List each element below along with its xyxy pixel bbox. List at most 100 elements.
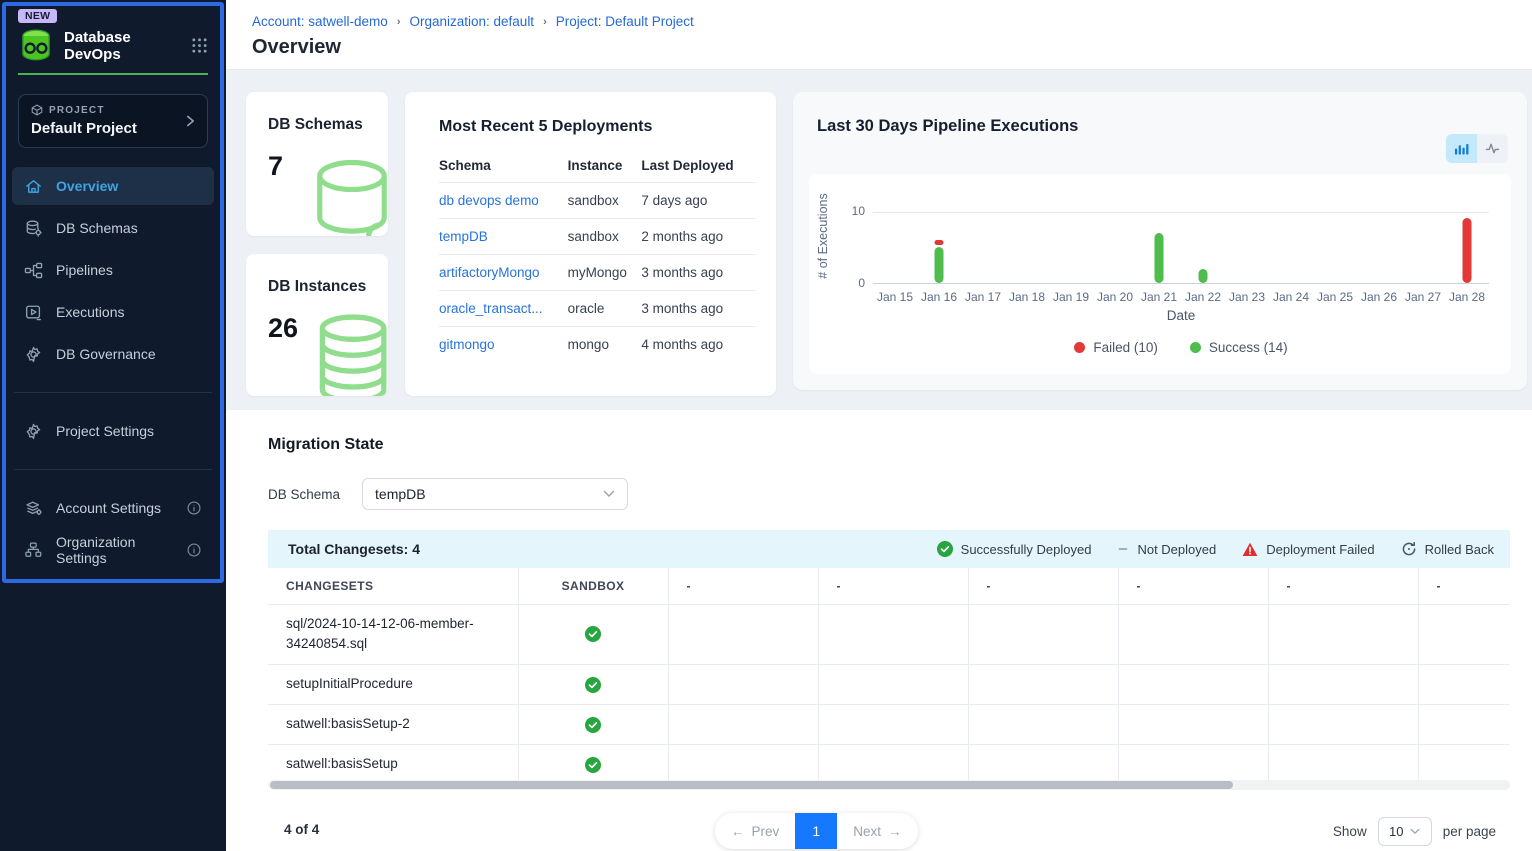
db-schema-select[interactable]: tempDB — [362, 478, 628, 510]
stat-title: DB Schemas — [268, 116, 388, 134]
changesets-header-band: Total Changesets: 4 Successfully Deploye… — [268, 530, 1510, 568]
breadcrumb-link[interactable]: Organization: default — [409, 14, 534, 29]
x-tick-label: Jan 23 — [1225, 290, 1269, 304]
x-tick-label: Jan 24 — [1269, 290, 1313, 304]
legend-dot — [1190, 342, 1201, 353]
horizontal-scrollbar-thumb[interactable] — [270, 781, 1233, 789]
x-tick-label: Jan 19 — [1049, 290, 1093, 304]
status-legend-item-successfully-deployed: Successfully Deployed — [937, 541, 1092, 557]
last-deployed-cell: 2 months ago — [641, 219, 756, 255]
check-circle-icon — [537, 717, 650, 733]
empty-status-cell — [668, 745, 818, 785]
project-selector[interactable]: PROJECT Default Project — [18, 94, 208, 148]
current-page-button[interactable]: 1 — [795, 813, 837, 849]
apps-grid-icon[interactable] — [191, 37, 208, 54]
empty-status-cell — [1418, 705, 1510, 745]
deploy-column-header: Last Deployed — [641, 148, 756, 183]
cube-icon — [31, 104, 43, 116]
home-icon — [24, 177, 43, 196]
page-size-select[interactable]: 10 — [1378, 817, 1432, 846]
org-gear-icon — [24, 541, 43, 560]
empty-status-cell — [818, 665, 968, 705]
empty-status-cell — [1268, 665, 1418, 705]
deployment-row: oracle_transact...oracle3 months ago — [439, 291, 756, 327]
y-tick-label: 0 — [858, 276, 865, 290]
deploy-column-header: Schema — [439, 148, 568, 183]
db-instances-card: DB Instances 26 — [246, 254, 388, 396]
changeset-row: satwell:basisSetup — [268, 745, 1510, 785]
sidebar-item-organization-settings[interactable]: Organization Settings — [12, 531, 214, 569]
breadcrumb-link[interactable]: Project: Default Project — [556, 14, 694, 29]
sidebar-item-overview[interactable]: Overview — [12, 167, 214, 205]
empty-status-cell — [968, 604, 1118, 665]
schema-link[interactable]: db devops demo — [439, 193, 539, 208]
schema-link[interactable]: oracle_transact... — [439, 301, 543, 316]
changeset-name-cell: satwell:basisSetup-2 — [268, 705, 518, 745]
show-label: Show — [1333, 824, 1367, 839]
bar-chart-toggle[interactable] — [1446, 134, 1477, 163]
rollback-icon — [1401, 541, 1417, 557]
changesets-column-header: - — [1268, 568, 1418, 604]
sidebar-nav-project: Project Settings — [12, 412, 214, 450]
empty-status-cell — [668, 665, 818, 705]
db-schema-label: DB Schema — [268, 487, 340, 502]
schema-link[interactable]: tempDB — [439, 229, 488, 244]
empty-status-cell — [1418, 665, 1510, 705]
sandbox-status-cell — [518, 745, 668, 785]
dash-icon — [1117, 543, 1129, 555]
check-circle-icon — [537, 626, 650, 642]
sidebar-item-label: DB Governance — [56, 346, 156, 362]
empty-status-cell — [1118, 745, 1268, 785]
x-tick-label: Jan 22 — [1181, 290, 1225, 304]
legend-item-failed[interactable]: Failed (10) — [1074, 340, 1158, 355]
app-title: Database DevOps — [64, 29, 191, 63]
changesets-section: Total Changesets: 4 Successfully Deploye… — [268, 530, 1510, 785]
breadcrumb-link[interactable]: Account: satwell-demo — [252, 14, 388, 29]
chart-area — [873, 188, 1489, 284]
info-icon[interactable] — [186, 500, 202, 516]
sidebar-divider — [14, 392, 212, 393]
changesets-table: CHANGESETSSANDBOX------ sql/2024-10-14-1… — [268, 568, 1510, 785]
page-header: Account: satwell-demo›Organization: defa… — [226, 0, 1532, 70]
chart-legend: Failed (10) Success (14) — [873, 340, 1489, 355]
sidebar-item-project-settings[interactable]: Project Settings — [12, 412, 214, 450]
empty-status-cell — [968, 745, 1118, 785]
schema-link[interactable]: artifactoryMongo — [439, 265, 540, 280]
changesets-column-header: - — [1118, 568, 1268, 604]
sidebar-item-executions[interactable]: Executions — [12, 293, 214, 331]
empty-status-cell — [1268, 745, 1418, 785]
prev-page-button[interactable]: ← Prev — [715, 813, 795, 849]
x-tick-label: Jan 21 — [1137, 290, 1181, 304]
x-tick-label: Jan 25 — [1313, 290, 1357, 304]
legend-label: Success (14) — [1209, 340, 1288, 355]
legend-item-success[interactable]: Success (14) — [1190, 340, 1288, 355]
horizontal-scrollbar-track[interactable] — [268, 780, 1510, 790]
info-icon[interactable] — [186, 542, 202, 558]
sidebar-item-db-governance[interactable]: DB Governance — [12, 335, 214, 373]
next-page-button[interactable]: Next → — [837, 813, 917, 849]
pagination-range: 4 of 4 — [284, 822, 319, 837]
sidebar-item-db-schemas[interactable]: DB Schemas — [12, 209, 214, 247]
status-legend-item-not-deployed: Not Deployed — [1117, 542, 1216, 557]
migration-title: Migration State — [268, 436, 384, 454]
arrow-left-icon: ← — [731, 824, 745, 839]
content-area: DB Schemas 7 DB Instances 26 — [226, 70, 1532, 851]
last-deployed-cell: 3 months ago — [641, 255, 756, 291]
chevron-down-icon — [603, 490, 615, 498]
line-chart-icon — [1485, 141, 1500, 156]
breadcrumb: Account: satwell-demo›Organization: defa… — [252, 14, 1532, 29]
changeset-row: setupInitialProcedure — [268, 665, 1510, 705]
line-chart-toggle[interactable] — [1477, 134, 1508, 163]
sidebar-item-account-settings[interactable]: Account Settings — [12, 489, 214, 527]
empty-status-cell — [968, 665, 1118, 705]
database-icon — [24, 219, 43, 238]
changesets-column-header: - — [968, 568, 1118, 604]
schema-link[interactable]: gitmongo — [439, 337, 495, 352]
sidebar-highlight-border: NEW Database DevOps — [2, 2, 224, 583]
changesets-column-header: SANDBOX — [518, 568, 668, 604]
x-tick-label: Jan 18 — [1005, 290, 1049, 304]
deployment-row: artifactoryMongomyMongo3 months ago — [439, 255, 756, 291]
pagination: ← Prev 1 Next → — [715, 813, 918, 849]
gridline — [873, 212, 1489, 213]
sidebar-item-pipelines[interactable]: Pipelines — [12, 251, 214, 289]
